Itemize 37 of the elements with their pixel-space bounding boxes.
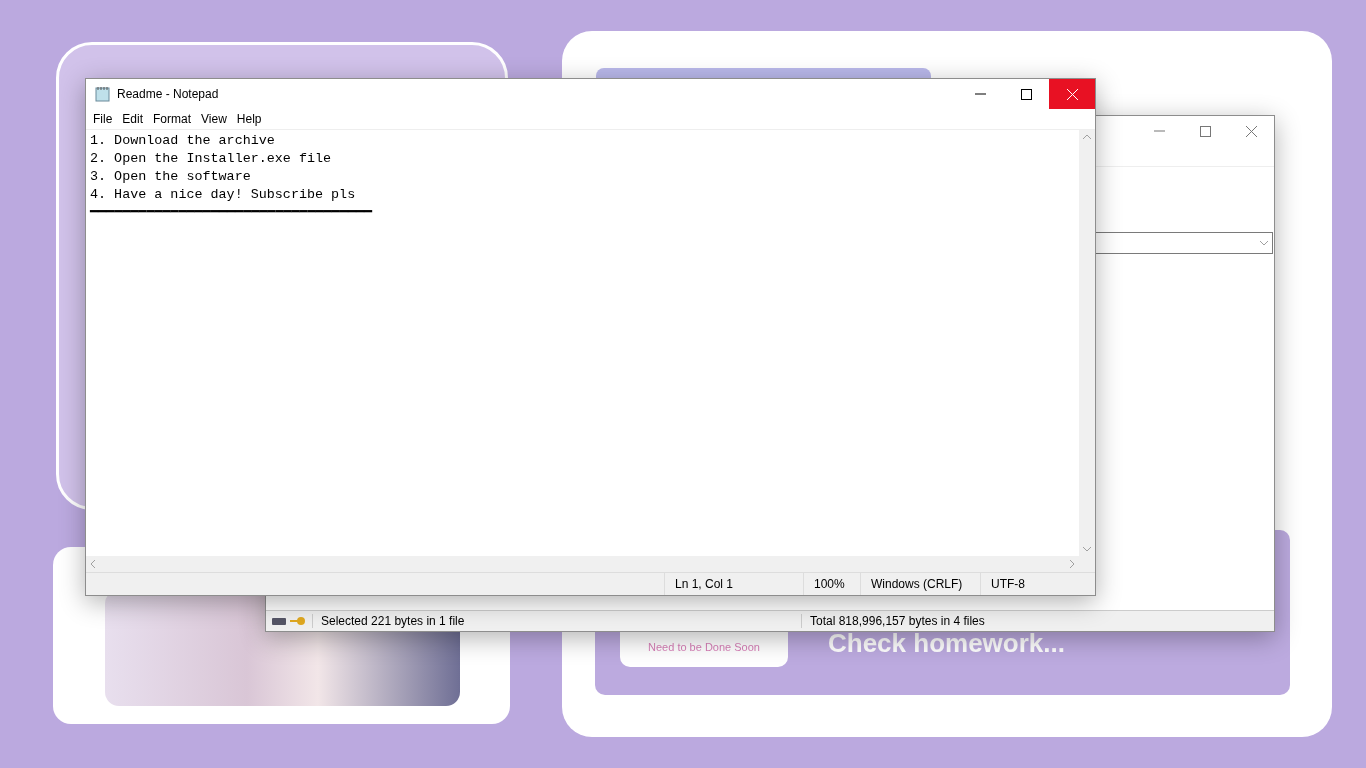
scroll-down-icon[interactable]: [1083, 546, 1091, 552]
window-title: Readme - Notepad: [116, 87, 220, 101]
close-icon: [1245, 125, 1257, 137]
vertical-scrollbar[interactable]: [1079, 130, 1095, 556]
text-line: 1. Download the archive: [90, 132, 276, 150]
menu-item[interactable]: File: [88, 112, 118, 126]
task-title: Check homework...: [828, 628, 1065, 659]
chevron-down-icon[interactable]: [1260, 240, 1268, 246]
cursor-position: Ln 1, Col 1: [664, 573, 803, 595]
menu-item[interactable]: Format: [148, 112, 197, 126]
status-text: Selected 221 bytes in 1 file: [312, 614, 801, 628]
scroll-left-icon[interactable]: [90, 560, 96, 568]
text-line: 4. Have a nice day! Subscribe pls: [90, 186, 357, 204]
menu-item[interactable]: Help: [231, 112, 267, 126]
minimize-icon: [974, 93, 986, 95]
scroll-right-icon[interactable]: [1069, 560, 1075, 568]
maximize-icon: [1020, 88, 1032, 100]
task-subtitle: Need to be Done Soon: [648, 641, 760, 653]
key-icon: [290, 616, 306, 626]
close-icon: [1066, 88, 1078, 100]
zoom-level: 100%: [803, 573, 860, 595]
text-editor[interactable]: 1. Download the archive 2. Open the Installer.exe file 3. Open the software 4. Have a nice day! Subscribe pls ━━━━━━━━━━━━━━━━━━━━━━━━━━━━━━━━━━━: [86, 130, 1079, 556]
horizontal-scrollbar[interactable]: [86, 556, 1095, 572]
drive-icon: [272, 617, 286, 625]
dropdown-field[interactable]: [1095, 232, 1273, 254]
notepad-icon: [95, 86, 111, 102]
menu-item[interactable]: View: [196, 112, 232, 126]
scroll-up-icon[interactable]: [1083, 134, 1091, 140]
maximize-icon: [1199, 125, 1211, 137]
status-text: Total 818,996,157 bytes in 4 files: [801, 614, 1110, 628]
line-ending: Windows (CRLF): [860, 573, 980, 595]
menu-item[interactable]: Edit: [117, 112, 149, 126]
encoding: UTF-8: [980, 573, 1091, 595]
minimize-icon: [1153, 130, 1165, 132]
text-line: 2. Open the Installer.exe file: [90, 150, 333, 168]
text-line: 3. Open the software: [90, 168, 252, 186]
text-line: ━━━━━━━━━━━━━━━━━━━━━━━━━━━━━━━━━━━: [90, 204, 374, 222]
